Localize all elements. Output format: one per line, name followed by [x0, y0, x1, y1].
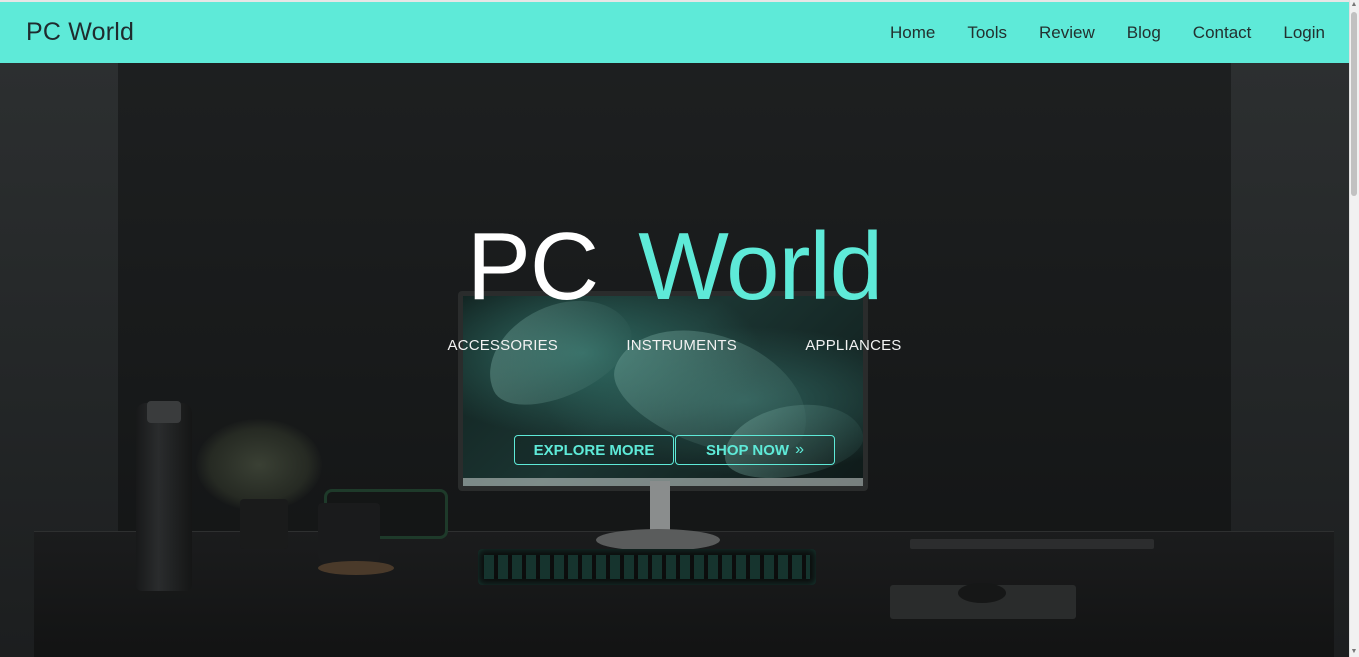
- shop-now-button[interactable]: SHOP NOW »: [675, 435, 835, 465]
- nav-link-tools[interactable]: Tools: [967, 23, 1007, 43]
- category-instruments: INSTRUMENTS: [626, 337, 737, 354]
- shop-now-label: SHOP NOW: [706, 441, 790, 459]
- hero-title-pc: PC: [466, 213, 599, 320]
- hero-title-world: World: [638, 213, 883, 320]
- navbar: PC World Home Tools Review Blog Contact …: [0, 2, 1349, 63]
- bottle-cap-image: [147, 401, 181, 423]
- nav-link-contact[interactable]: Contact: [1193, 23, 1252, 43]
- hero-section: PC World ACCESSORIES INSTRUMENTS APPLIANC…: [0, 63, 1349, 657]
- hero-categories: ACCESSORIES INSTRUMENTS APPLIANCES: [0, 337, 1349, 354]
- plant-image: [196, 419, 322, 511]
- tablet-image: [910, 539, 1154, 549]
- explore-more-label: EXPLORE MORE: [533, 441, 655, 459]
- nav-links: Home Tools Review Blog Contact Login: [858, 23, 1325, 43]
- mug-image: [318, 503, 380, 565]
- nav-link-blog[interactable]: Blog: [1127, 23, 1161, 43]
- hero-title: PC World: [0, 219, 1349, 315]
- category-appliances: APPLIANCES: [805, 337, 902, 354]
- nav-link-login[interactable]: Login: [1283, 23, 1325, 43]
- monitor-stand: [650, 481, 670, 533]
- nav-link-review[interactable]: Review: [1039, 23, 1095, 43]
- keyboard-keys: [484, 555, 810, 579]
- page: PC World Home Tools Review Blog Contact …: [0, 0, 1359, 657]
- monitor-base: [596, 529, 720, 551]
- scrollbar-thumb[interactable]: [1351, 12, 1357, 196]
- bottle-image: [136, 403, 192, 591]
- coaster-image: [318, 561, 394, 575]
- double-chevron-right-icon: »: [795, 441, 804, 458]
- explore-more-button[interactable]: EXPLORE MORE: [514, 435, 674, 465]
- triangle-down-icon[interactable]: ▼: [1349, 647, 1359, 657]
- brand-logo[interactable]: PC World: [26, 18, 134, 47]
- hero-buttons: EXPLORE MORE SHOP NOW »: [0, 435, 1349, 465]
- mouse-image: [958, 583, 1006, 603]
- triangle-up-icon[interactable]: ▲: [1349, 0, 1359, 10]
- keyboard-image: [478, 549, 816, 585]
- plant-pot-image: [240, 499, 288, 549]
- nav-link-home[interactable]: Home: [890, 23, 935, 43]
- category-accessories: ACCESSORIES: [447, 337, 559, 354]
